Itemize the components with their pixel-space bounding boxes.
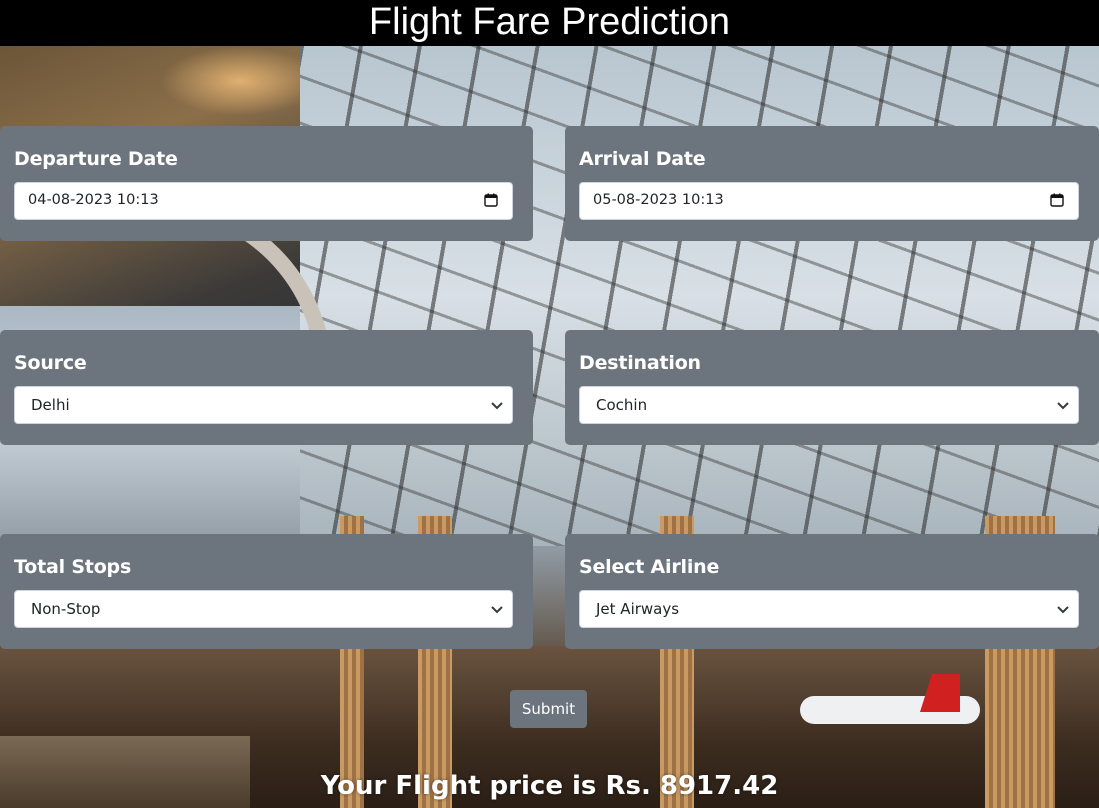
source-card: Source Delhi bbox=[0, 330, 533, 445]
total-stops-selected-value: Non-Stop bbox=[31, 600, 101, 618]
source-label: Source bbox=[14, 352, 87, 374]
prediction-result: Your Flight price is Rs. 8917.42 bbox=[320, 771, 779, 801]
arrival-date-card: Arrival Date 05-08-2023 10:13 bbox=[565, 126, 1099, 241]
airline-select[interactable]: Jet Airways bbox=[579, 590, 1079, 628]
ceiling-light bbox=[160, 46, 320, 116]
chevron-down-icon bbox=[491, 402, 503, 410]
departure-date-value: 04-08-2023 10:13 bbox=[28, 192, 159, 208]
total-stops-label: Total Stops bbox=[14, 556, 132, 578]
glass-window-grid bbox=[300, 46, 1099, 546]
total-stops-card: Total Stops Non-Stop bbox=[0, 534, 533, 649]
destination-select[interactable]: Cochin bbox=[579, 386, 1079, 424]
airline-card: Select Airline Jet Airways bbox=[565, 534, 1099, 649]
departure-date-card: Departure Date 04-08-2023 10:13 bbox=[0, 126, 533, 241]
destination-card: Destination Cochin bbox=[565, 330, 1099, 445]
departure-date-label: Departure Date bbox=[14, 148, 178, 170]
arrival-date-value: 05-08-2023 10:13 bbox=[593, 192, 724, 208]
destination-label: Destination bbox=[579, 352, 701, 374]
airline-selected-value: Jet Airways bbox=[596, 600, 680, 618]
calendar-icon[interactable] bbox=[484, 193, 498, 207]
submit-button[interactable]: Submit bbox=[510, 690, 587, 728]
calendar-icon[interactable] bbox=[1050, 193, 1064, 207]
departure-date-input[interactable]: 04-08-2023 10:13 bbox=[14, 182, 513, 220]
chevron-down-icon bbox=[1057, 606, 1069, 614]
page-title: Flight Fare Prediction bbox=[0, 0, 1099, 46]
airline-label: Select Airline bbox=[579, 556, 720, 578]
arrival-date-input[interactable]: 05-08-2023 10:13 bbox=[579, 182, 1079, 220]
arrival-date-label: Arrival Date bbox=[579, 148, 706, 170]
chevron-down-icon bbox=[1057, 402, 1069, 410]
total-stops-select[interactable]: Non-Stop bbox=[14, 590, 513, 628]
source-select[interactable]: Delhi bbox=[14, 386, 513, 424]
destination-selected-value: Cochin bbox=[596, 396, 648, 414]
source-selected-value: Delhi bbox=[31, 396, 70, 414]
chevron-down-icon bbox=[491, 606, 503, 614]
